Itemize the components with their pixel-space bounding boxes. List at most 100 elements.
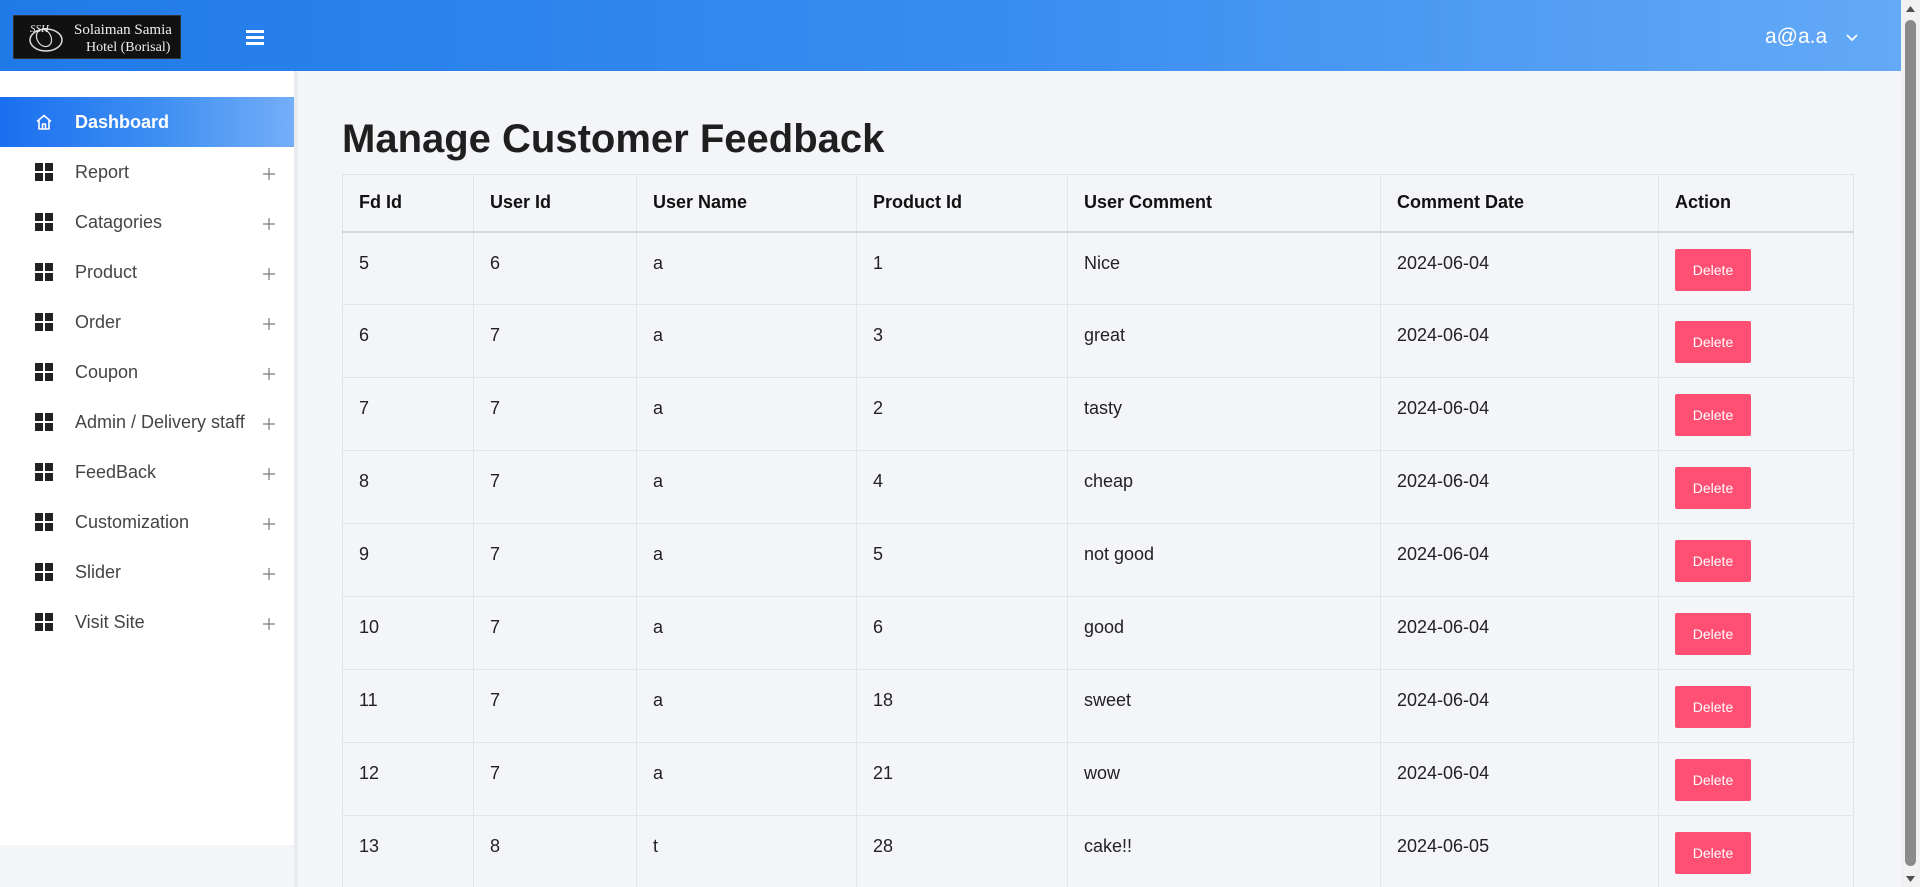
- user-name-cell: a: [636, 669, 857, 743]
- logo-mark-icon: SSH: [29, 23, 63, 52]
- comment-date-cell: 2024-06-04: [1380, 450, 1659, 524]
- plus-icon[interactable]: [262, 467, 276, 481]
- comment-date-cell: 2024-06-04: [1380, 596, 1659, 670]
- fd-id-cell: 9: [342, 523, 474, 597]
- logo-text-line1: Solaiman Samia: [74, 22, 172, 38]
- plus-icon[interactable]: [262, 417, 276, 431]
- user-comment-cell: wow: [1067, 742, 1381, 816]
- user-name-cell: a: [636, 304, 857, 378]
- sidebar-item-label: Product: [75, 261, 138, 282]
- delete-button[interactable]: Delete: [1675, 686, 1751, 728]
- comment-date-cell: 2024-06-04: [1380, 377, 1659, 451]
- product-id-cell: 21: [856, 742, 1068, 816]
- grid-icon: [35, 463, 53, 481]
- svg-text:SSH: SSH: [30, 23, 50, 35]
- plus-icon[interactable]: [262, 567, 276, 581]
- product-id-cell: 4: [856, 450, 1068, 524]
- sidebar-item-dashboard[interactable]: Dashboard: [0, 97, 294, 147]
- grid-icon: [35, 363, 53, 381]
- fd-id-cell: 5: [342, 231, 474, 305]
- sidebar-item-admin-delivery-staff[interactable]: Admin / Delivery staff: [0, 397, 294, 447]
- user-name-cell: a: [636, 742, 857, 816]
- user-id-cell: 6: [473, 231, 637, 305]
- product-id-cell: 5: [856, 523, 1068, 597]
- grid-icon: [35, 563, 53, 581]
- sidebar-item-product[interactable]: Product: [0, 247, 294, 297]
- delete-button[interactable]: Delete: [1675, 613, 1751, 655]
- plus-icon[interactable]: [262, 317, 276, 331]
- sidebar-item-label: Catagories: [75, 211, 163, 232]
- user-comment-cell: not good: [1067, 523, 1381, 597]
- home-icon: [36, 114, 52, 130]
- action-cell: Delete: [1658, 450, 1854, 524]
- user-id-cell: 8: [473, 815, 637, 887]
- user-id-cell: 7: [473, 596, 637, 670]
- main-content: Manage Customer Feedback Fd Id User Id Use…: [298, 71, 1901, 887]
- sidebar-item-order[interactable]: Order: [0, 297, 294, 347]
- column-header-user-comment: User Comment: [1067, 174, 1381, 233]
- fd-id-cell: 12: [342, 742, 474, 816]
- table-row: 7 7 a 2 tasty 2024-06-04 Delete: [342, 377, 1854, 451]
- delete-button[interactable]: Delete: [1675, 540, 1751, 582]
- product-id-cell: 6: [856, 596, 1068, 670]
- plus-icon[interactable]: [262, 267, 276, 281]
- comment-date-cell: 2024-06-04: [1380, 304, 1659, 378]
- sidebar-item-catagories[interactable]: Catagories: [0, 197, 294, 247]
- plus-icon[interactable]: [262, 167, 276, 181]
- delete-button[interactable]: Delete: [1675, 759, 1751, 801]
- table-row: 11 7 a 18 sweet 2024-06-04 Delete: [342, 669, 1854, 743]
- table-row: 10 7 a 6 good 2024-06-04 Delete: [342, 596, 1854, 670]
- sidebar-item-slider[interactable]: Slider: [0, 547, 294, 597]
- scrollbar-thumb[interactable]: [1905, 20, 1916, 866]
- sidebar-item-customization[interactable]: Customization: [0, 497, 294, 547]
- fd-id-cell: 8: [342, 450, 474, 524]
- user-comment-cell: cake!!: [1067, 815, 1381, 887]
- table-row: 12 7 a 21 wow 2024-06-04 Delete: [342, 742, 1854, 816]
- sidebar-item-feedback[interactable]: FeedBack: [0, 447, 294, 497]
- user-menu-dropdown[interactable]: a@a.a: [1765, 24, 1859, 50]
- scroll-up-arrow-icon[interactable]: [1901, 0, 1920, 17]
- comment-date-cell: 2024-06-04: [1380, 742, 1659, 816]
- top-header: SSH Solaiman Samia Hotel (Borisal) a@a.a: [0, 0, 1901, 71]
- table-body: 5 6 a 1 Nice 2024-06-04 Delete 6 7 a 3 great 2024-06…: [342, 231, 1854, 887]
- action-cell: Delete: [1658, 742, 1854, 816]
- sidebar-item-report[interactable]: Report: [0, 147, 294, 197]
- delete-button[interactable]: Delete: [1675, 248, 1751, 291]
- delete-button[interactable]: Delete: [1675, 467, 1751, 509]
- sidebar-item-label: Slider: [75, 561, 122, 582]
- app-root: SSH Solaiman Samia Hotel (Borisal) a@a.a…: [0, 0, 1920, 887]
- delete-button[interactable]: Delete: [1675, 832, 1751, 874]
- comment-date-cell: 2024-06-04: [1380, 231, 1659, 305]
- user-email: a@a.a: [1765, 25, 1828, 48]
- sidebar-item-label: Order: [75, 311, 122, 332]
- logo-text-line2: Hotel (Borisal): [86, 40, 171, 55]
- action-cell: Delete: [1658, 815, 1854, 887]
- plus-icon[interactable]: [262, 217, 276, 231]
- table-row: 8 7 a 4 cheap 2024-06-04 Delete: [342, 450, 1854, 524]
- action-cell: Delete: [1658, 523, 1854, 597]
- sidebar-footer: [0, 845, 294, 887]
- user-comment-cell: great: [1067, 304, 1381, 378]
- delete-button[interactable]: Delete: [1675, 394, 1751, 436]
- sidebar-item-label: Visit Site: [75, 611, 145, 632]
- delete-button[interactable]: Delete: [1675, 321, 1751, 363]
- scroll-down-arrow-icon[interactable]: [1901, 870, 1920, 887]
- column-header-user-name: User Name: [636, 174, 857, 233]
- sidebar-item-visit-site[interactable]: Visit Site: [0, 597, 294, 647]
- column-header-comment-date: Comment Date: [1380, 174, 1659, 233]
- user-id-cell: 7: [473, 523, 637, 597]
- hotel-logo[interactable]: SSH Solaiman Samia Hotel (Borisal): [13, 15, 181, 59]
- plus-icon[interactable]: [262, 517, 276, 531]
- plus-icon[interactable]: [262, 367, 276, 381]
- grid-icon: [35, 413, 53, 431]
- hamburger-icon[interactable]: [244, 28, 266, 46]
- user-id-cell: 7: [473, 304, 637, 378]
- page-scrollbar[interactable]: [1901, 0, 1920, 887]
- action-cell: Delete: [1658, 596, 1854, 670]
- sidebar-item-coupon[interactable]: Coupon: [0, 347, 294, 397]
- user-name-cell: t: [636, 815, 857, 887]
- grid-icon: [35, 613, 53, 631]
- user-name-cell: a: [636, 377, 857, 451]
- plus-icon[interactable]: [262, 617, 276, 631]
- table-header-row: Fd Id User Id User Name Product Id User Comm…: [342, 174, 1854, 233]
